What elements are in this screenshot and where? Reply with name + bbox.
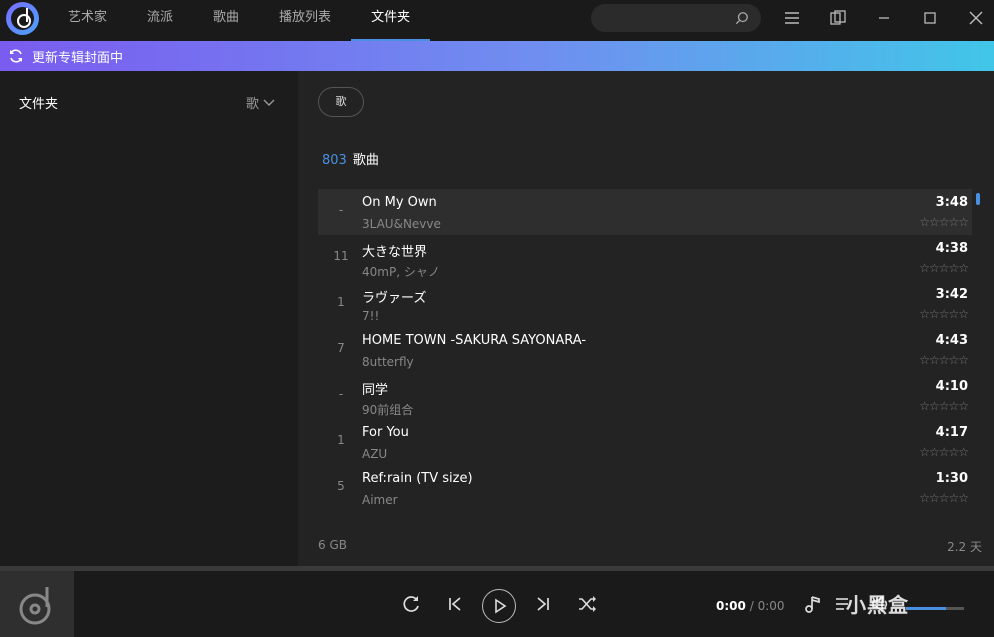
song-artist[interactable]: 40mP, シャノ — [362, 263, 440, 280]
mini-mode-icon[interactable] — [828, 8, 848, 28]
previous-icon[interactable] — [444, 593, 466, 615]
time-display: 0:00 / 0:00 — [716, 599, 785, 613]
chevron-down-icon — [263, 99, 275, 106]
tab-artists[interactable]: 艺术家 — [48, 0, 127, 41]
search-icon[interactable] — [735, 11, 749, 25]
default-cover-icon — [19, 587, 51, 625]
list-item[interactable]: 1 ラヴァーズ 7!! 3:42 ☆☆☆☆☆ — [318, 281, 972, 327]
song-list: - On My Own 3LAU&Nevve 3:48 ☆☆☆☆☆ 11 大きな… — [318, 189, 972, 511]
song-duration: 3:48 — [935, 195, 968, 210]
song-count-label: 歌曲 — [352, 153, 379, 168]
song-artist[interactable]: AZU — [362, 447, 387, 461]
album-cover[interactable] — [0, 571, 74, 637]
rating-stars[interactable]: ☆☆☆☆☆ — [919, 261, 969, 275]
rating-stars[interactable]: ☆☆☆☆☆ — [919, 215, 969, 229]
song-duration: 3:42 — [935, 287, 968, 302]
maximize-icon[interactable] — [920, 8, 940, 28]
tab-folders[interactable]: 文件夹 — [351, 0, 431, 41]
refresh-icon — [10, 49, 22, 63]
list-scrollbar[interactable] — [976, 193, 980, 205]
song-count: 803 歌曲 — [322, 149, 379, 168]
main-nav: 艺术家 流派 歌曲 播放列表 文件夹 — [48, 0, 431, 41]
repeat-icon[interactable] — [400, 593, 422, 615]
watermark-text: 小黑盒 — [846, 593, 909, 617]
song-title: On My Own — [362, 195, 437, 210]
player-bar: 0:00 / 0:00 小黑盒 — [0, 571, 994, 637]
library-size: 6 GB — [318, 538, 347, 552]
song-title: 大きな世界 — [362, 245, 428, 260]
track-number: - — [338, 203, 344, 217]
list-item[interactable]: 11 大きな世界 40mP, シャノ 4:38 ☆☆☆☆☆ — [318, 235, 972, 281]
banner-text: 更新专辑封面中 — [32, 50, 124, 66]
next-icon[interactable] — [532, 593, 554, 615]
song-duration: 4:17 — [935, 425, 968, 440]
rating-stars[interactable]: ☆☆☆☆☆ — [919, 445, 969, 459]
search-input[interactable] — [591, 4, 761, 32]
song-title: Ref:rain (TV size) — [362, 471, 473, 486]
track-number: 7 — [337, 341, 345, 355]
track-number: 11 — [333, 249, 349, 263]
time-separator: / — [749, 599, 754, 613]
filter-chip-button[interactable]: 歌 — [318, 87, 364, 117]
rating-stars[interactable]: ☆☆☆☆☆ — [919, 307, 969, 321]
song-title: HOME TOWN -SAKURA SAYONARA- — [362, 333, 587, 348]
rating-stars[interactable]: ☆☆☆☆☆ — [919, 399, 969, 413]
song-duration: 4:38 — [935, 241, 968, 256]
song-artist[interactable]: 8utterfly — [362, 355, 414, 369]
rating-stars[interactable]: ☆☆☆☆☆ — [919, 353, 969, 367]
status-banner: 更新专辑封面中 — [0, 41, 994, 71]
rating-stars[interactable]: ☆☆☆☆☆ — [919, 491, 969, 505]
track-number: - — [338, 387, 344, 401]
list-item[interactable]: - On My Own 3LAU&Nevve 3:48 ☆☆☆☆☆ — [318, 189, 972, 235]
total-time: 0:00 — [757, 599, 785, 613]
tab-playlists[interactable]: 播放列表 — [259, 0, 351, 41]
track-number: 5 — [337, 479, 345, 493]
list-item[interactable]: 1 For You AZU 4:17 ☆☆☆☆☆ — [318, 419, 972, 465]
song-artist[interactable]: 3LAU&Nevve — [362, 217, 441, 231]
track-number: 1 — [337, 433, 345, 447]
list-item[interactable]: - 同学 90前组合 4:10 ☆☆☆☆☆ — [318, 373, 972, 419]
shuffle-icon[interactable] — [576, 593, 598, 615]
play-button[interactable] — [482, 589, 516, 623]
app-window: 艺术家 流派 歌曲 播放列表 文件夹 更新专辑封面中 文件夹 歌 歌 803 歌曲 — [0, 0, 994, 637]
song-count-number: 803 — [322, 153, 347, 168]
tab-genres[interactable]: 流派 — [127, 0, 193, 41]
song-duration: 4:10 — [935, 379, 968, 394]
app-logo-icon[interactable] — [6, 2, 39, 35]
library-duration: 2.2 天 — [947, 540, 982, 554]
song-title: For You — [362, 425, 409, 440]
song-duration: 4:43 — [935, 333, 968, 348]
song-title: 同学 — [362, 383, 389, 398]
minimize-icon[interactable] — [874, 8, 894, 28]
top-bar: 艺术家 流派 歌曲 播放列表 文件夹 — [0, 0, 994, 41]
song-artist[interactable]: 90前组合 — [362, 401, 413, 418]
sidebar-sort-label: 歌 — [246, 97, 260, 112]
song-artist[interactable]: Aimer — [362, 493, 398, 507]
menu-icon[interactable] — [782, 8, 802, 28]
song-duration: 1:30 — [935, 471, 968, 486]
current-time: 0:00 — [716, 599, 746, 613]
song-artist[interactable]: 7!! — [362, 309, 379, 323]
close-icon[interactable] — [966, 8, 986, 28]
list-item[interactable]: 7 HOME TOWN -SAKURA SAYONARA- 8utterfly … — [318, 327, 972, 373]
lyrics-icon[interactable] — [802, 593, 824, 615]
tab-songs[interactable]: 歌曲 — [193, 0, 259, 41]
volume-slider[interactable] — [906, 607, 964, 610]
track-number: 1 — [337, 295, 345, 309]
play-icon — [495, 598, 507, 614]
song-title: ラヴァーズ — [362, 291, 427, 306]
sidebar-sort-dropdown[interactable]: 歌 — [246, 93, 275, 112]
list-item[interactable]: 5 Ref:rain (TV size) Aimer 1:30 ☆☆☆☆☆ — [318, 465, 972, 511]
sidebar: 文件夹 歌 — [0, 71, 298, 566]
main-panel: 歌 803 歌曲 - On My Own 3LAU&Nevve 3:48 ☆☆☆☆… — [298, 71, 994, 566]
sidebar-title: 文件夹 — [19, 97, 59, 112]
